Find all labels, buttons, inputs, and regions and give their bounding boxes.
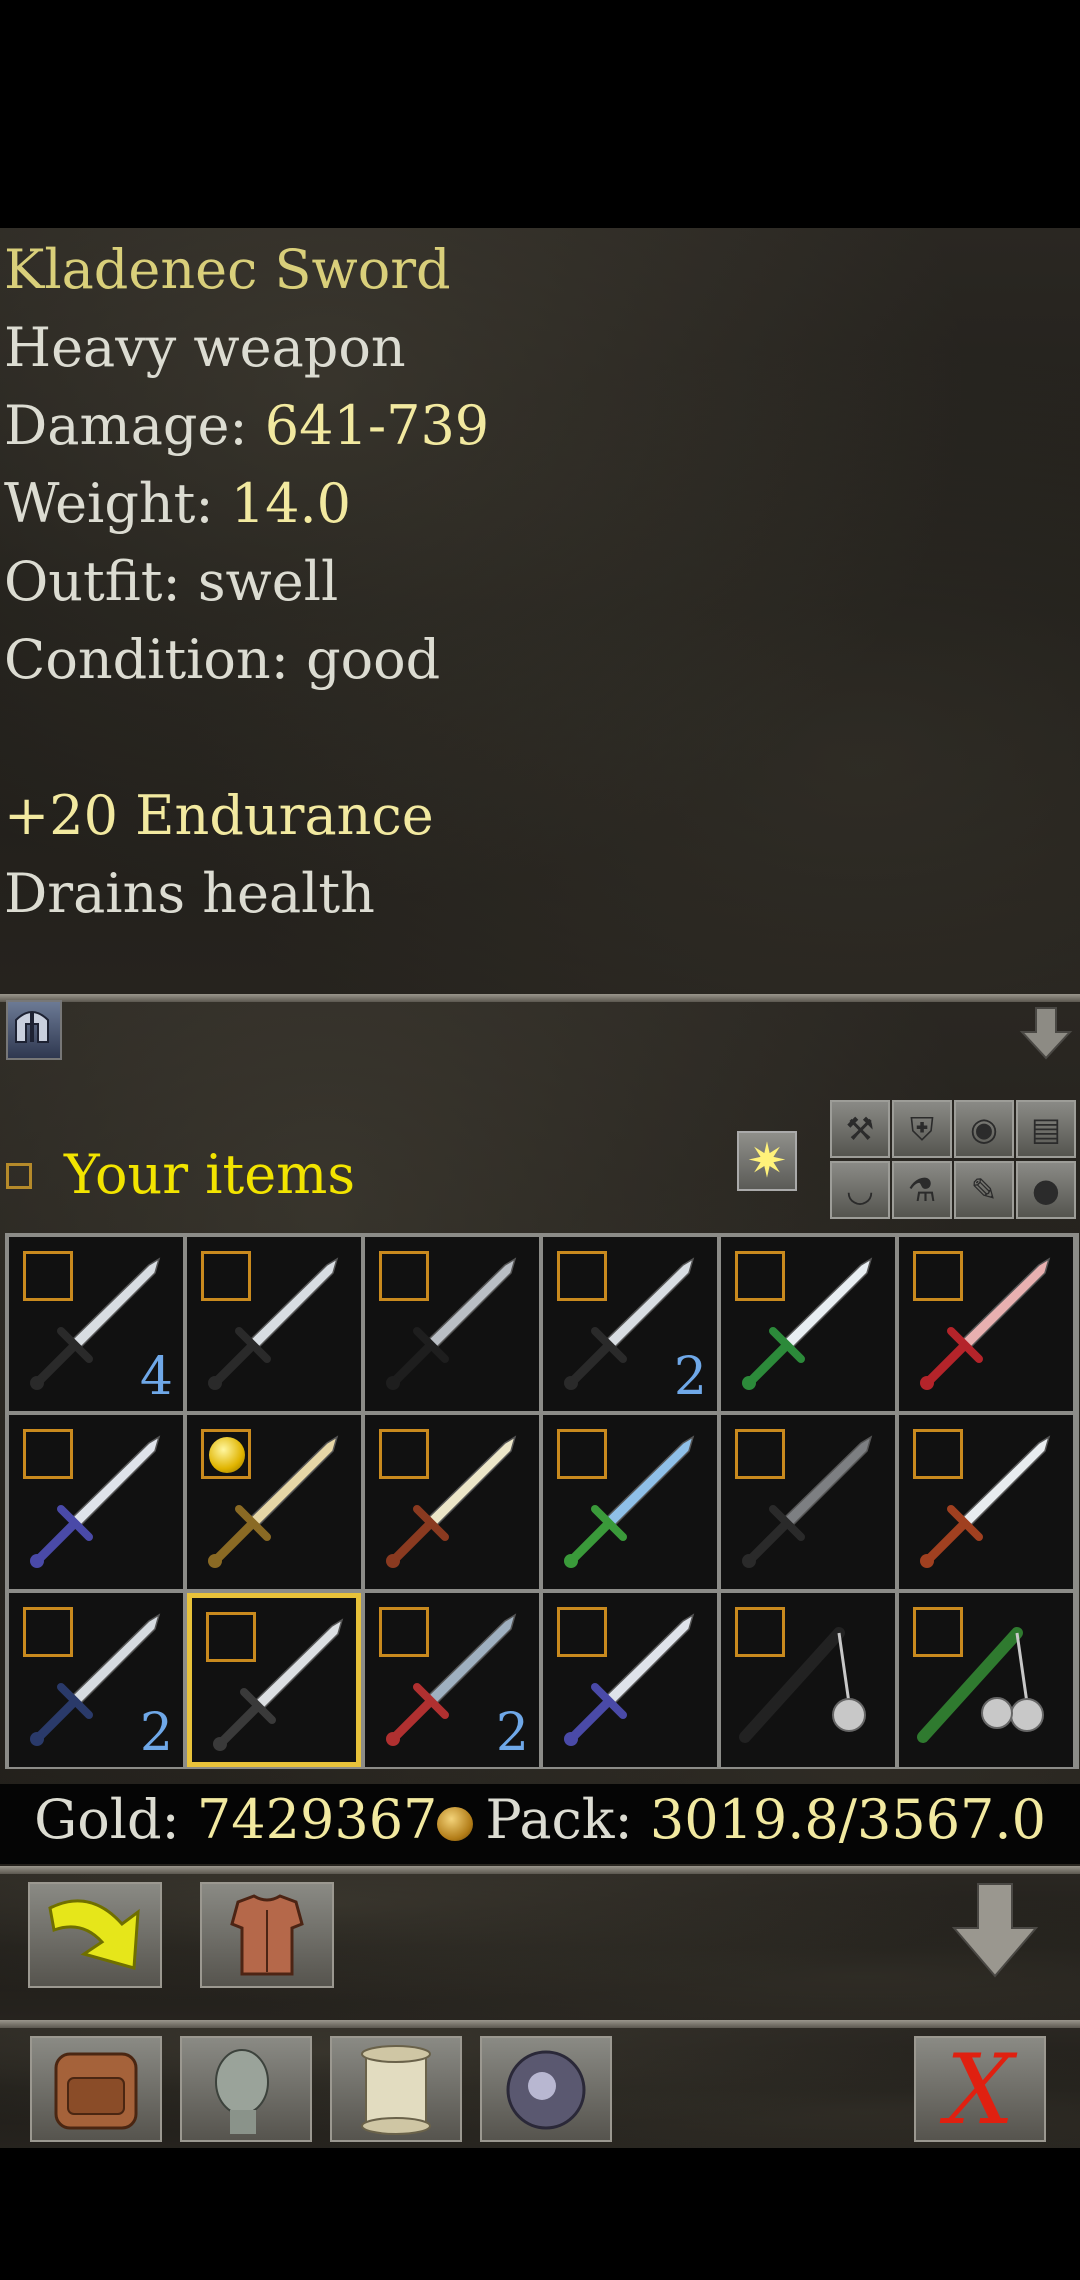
sabre-icon [920, 1435, 1051, 1568]
item-quantity: 2 [673, 1347, 707, 1407]
inventory-slot[interactable] [899, 1415, 1073, 1589]
filter-mortar-icon[interactable]: ◡ [830, 1161, 890, 1219]
gold-coins-icon [437, 1807, 474, 1841]
inventory-slot[interactable] [9, 1415, 183, 1589]
weight-value: 14.0 [230, 472, 351, 535]
item-effect: Drains health [4, 862, 375, 925]
close-button[interactable]: X [914, 2036, 1046, 2142]
short-sword-icon [386, 1257, 517, 1390]
character-button[interactable] [180, 2036, 312, 2142]
mace-flail-icon [739, 1627, 866, 1743]
red-scimitar-icon [920, 1257, 1051, 1390]
gold-value: 7429367 [196, 1788, 438, 1851]
panel-divider [0, 2020, 1080, 2028]
action-panel [0, 1874, 1080, 2020]
inventory-slot[interactable]: 4 [9, 1237, 183, 1411]
damage-value: 641-739 [264, 394, 490, 457]
weight-label: Weight: [4, 472, 231, 535]
pack-value: 3019.8/3567.0 [649, 1788, 1046, 1851]
serrated-sword-icon [386, 1435, 517, 1568]
close-x-label: X [945, 2034, 1015, 2146]
scroll-down-arrow-icon[interactable] [950, 1880, 1040, 1980]
filter-weapons-axe-icon[interactable]: ⚒ [830, 1100, 890, 1158]
item-type: Heavy weapon [4, 316, 406, 379]
filter-armor-icon[interactable]: ⛨ [892, 1100, 952, 1158]
item-quantity: 4 [139, 1347, 173, 1407]
magic-button[interactable] [480, 2036, 612, 2142]
item-condition: Condition: good [4, 628, 441, 691]
your-items-title: Your items [64, 1143, 356, 1206]
inventory-slot[interactable] [543, 1415, 717, 1589]
inventory-slot[interactable] [721, 1237, 895, 1411]
double-flail-icon [917, 1627, 1044, 1743]
dagger-icon [208, 1257, 339, 1390]
scroll-icon [361, 2045, 431, 2135]
inventory-slot[interactable] [187, 1415, 361, 1589]
item-weight: Weight: 14.0 [4, 474, 351, 534]
green-hilt-sword-icon [742, 1257, 873, 1390]
inventory-slot[interactable] [899, 1237, 1073, 1411]
item-name: Kladenec Sword [4, 238, 451, 301]
select-all-checkbox[interactable] [6, 1163, 32, 1189]
chest-armor-icon [230, 1894, 304, 1976]
damage-label: Damage: [4, 394, 265, 457]
inventory-slot[interactable]: 2 [365, 1593, 539, 1767]
crystal-orb-icon [506, 2050, 586, 2130]
inventory-slot[interactable] [543, 1593, 717, 1767]
inventory-slot[interactable] [721, 1415, 895, 1589]
inventory-slot[interactable] [721, 1593, 895, 1767]
twisted-blade-icon [564, 1613, 695, 1746]
filter-amulet-icon[interactable]: ◉ [954, 1100, 1014, 1158]
gold-label: Gold: [34, 1788, 197, 1851]
panel-divider [0, 1866, 1080, 1874]
backpack-button[interactable] [30, 2036, 162, 2142]
filter-scroll-icon[interactable]: ✎ [954, 1161, 1014, 1219]
journal-button[interactable] [330, 2036, 462, 2142]
inventory-slot[interactable] [365, 1237, 539, 1411]
item-outfit: Outfit: swell [4, 550, 339, 613]
filter-food-icon[interactable]: ● [1016, 1161, 1076, 1219]
golden-sword-icon [208, 1435, 339, 1568]
star-icon: ✷ [746, 1133, 788, 1189]
inventory-slot[interactable] [899, 1593, 1073, 1767]
panel-divider [0, 994, 1080, 1002]
inventory-slot[interactable] [187, 1593, 361, 1767]
kladenec-sword-icon [213, 1618, 344, 1751]
character-head-icon [215, 2049, 269, 2134]
gold-pack-status: Gold: 7429367 Pack: 3019.8/3567.0 [0, 1788, 1080, 1851]
item-quantity: 2 [139, 1703, 173, 1763]
inventory-slot[interactable]: 2 [543, 1237, 717, 1411]
transfer-button[interactable] [28, 1882, 162, 1988]
twisted-blade-icon [30, 1435, 161, 1568]
inventory-slot[interactable] [187, 1237, 361, 1411]
sort-star-button[interactable]: ✷ [737, 1131, 797, 1191]
pack-label: Pack: [485, 1788, 650, 1851]
item-damage: Damage: 641-739 [4, 396, 489, 456]
helmet-icon[interactable] [6, 1000, 62, 1060]
scroll-down-arrow-icon[interactable] [1018, 1004, 1074, 1060]
item-bonus: +20 Endurance [4, 784, 434, 847]
filter-container-icon[interactable]: ▤ [1016, 1100, 1076, 1158]
filter-potion-icon[interactable]: ⚗ [892, 1161, 952, 1219]
item-quantity: 2 [495, 1703, 529, 1763]
backpack-icon [54, 2052, 138, 2130]
crystal-sword-icon [564, 1435, 695, 1568]
inventory-slot[interactable] [365, 1415, 539, 1589]
inventory-grid: 4 2 2 2 [5, 1233, 1079, 1769]
dark-sword-icon [742, 1435, 873, 1568]
curved-arrow-icon [48, 1899, 140, 1970]
equip-armor-button[interactable] [200, 1882, 334, 1988]
inventory-slot[interactable]: 2 [9, 1593, 183, 1767]
